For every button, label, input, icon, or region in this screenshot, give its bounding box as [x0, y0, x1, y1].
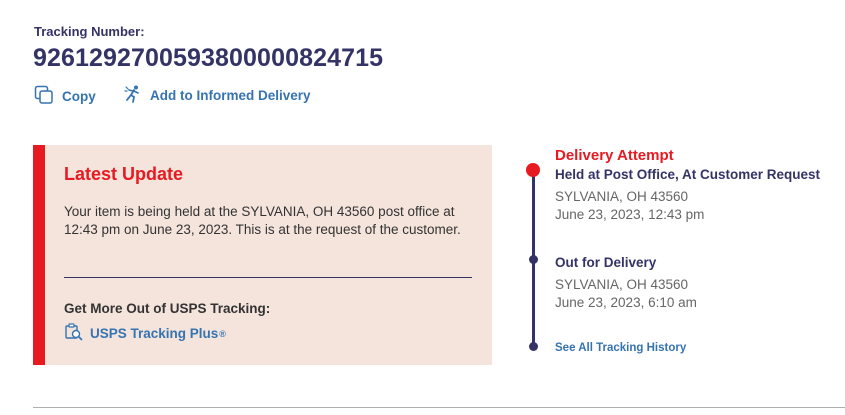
timeline-end-dot — [529, 342, 538, 351]
copy-icon — [34, 85, 54, 108]
tracking-plus-label: USPS Tracking Plus — [90, 326, 219, 341]
add-to-informed-delivery-link[interactable]: Add to Informed Delivery — [124, 85, 311, 106]
tracking-plus-icon — [64, 323, 84, 344]
event-title: Out for Delivery — [555, 255, 657, 270]
copy-button[interactable]: Copy — [34, 85, 96, 108]
more-tracking-heading: Get More Out of USPS Tracking: — [64, 301, 271, 316]
timeline-current-dot — [526, 163, 540, 177]
tracking-number: 9261292700593800000824715 — [33, 44, 384, 72]
card-divider — [64, 277, 472, 278]
usps-tracking-plus-link[interactable]: USPS Tracking Plus ® — [64, 323, 226, 344]
event-location: SYLVANIA, OH 43560 — [555, 189, 689, 204]
event-datetime: June 23, 2023, 12:43 pm — [555, 207, 705, 222]
running-person-icon — [124, 85, 142, 106]
tracking-number-label: Tracking Number: — [34, 24, 145, 39]
see-all-tracking-history-link[interactable]: See All Tracking History — [555, 342, 686, 354]
event-status: Delivery Attempt — [555, 147, 674, 164]
registered-mark: ® — [219, 328, 226, 339]
latest-update-message: Your item is being held at the SYLVANIA,… — [64, 204, 461, 237]
event-location: SYLVANIA, OH 43560 — [555, 277, 689, 292]
latest-update-accent-bar — [33, 145, 45, 365]
event-datetime: June 23, 2023, 6:10 am — [555, 295, 697, 310]
bottom-divider — [33, 407, 845, 408]
informed-delivery-label: Add to Informed Delivery — [150, 88, 311, 103]
copy-label: Copy — [62, 89, 96, 104]
timeline-dot — [529, 255, 538, 264]
latest-update-title: Latest Update — [64, 164, 184, 184]
event-title: Held at Post Office, At Customer Request — [555, 167, 821, 182]
